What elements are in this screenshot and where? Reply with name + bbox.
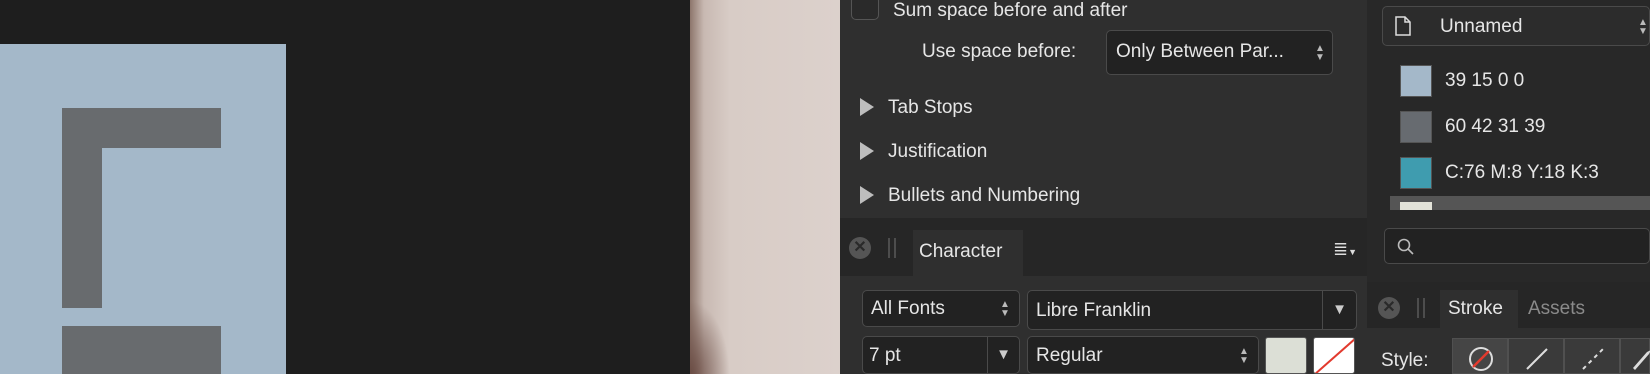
stroke-style-none-button[interactable]: [1452, 338, 1508, 374]
font-family-value: Libre Franklin: [1036, 300, 1152, 321]
use-space-before-label: Use space before:: [922, 41, 1077, 62]
swatch-row[interactable]: C:76 M:8 Y:18 K:3: [1390, 154, 1650, 194]
no-stroke-icon: [1469, 347, 1493, 371]
solid-line-icon: [1526, 348, 1548, 370]
tab-label: Assets: [1528, 298, 1586, 319]
section-bullets-numbering[interactable]: Bullets and Numbering: [840, 178, 1367, 218]
tab-character[interactable]: Character: [913, 230, 1023, 276]
dashed-line-icon: [1582, 348, 1604, 370]
use-space-before-dropdown[interactable]: Only Between Par... ▲ ▼: [1106, 30, 1333, 75]
section-label: Bullets and Numbering: [888, 185, 1081, 206]
disclosure-triangle-icon: [860, 142, 874, 160]
font-style-value: Regular: [1036, 345, 1103, 366]
drag-handle-icon[interactable]: [888, 238, 896, 258]
document-icon: [1395, 16, 1411, 36]
sum-space-label: Sum space before and after: [893, 0, 1128, 21]
font-collection-value: All Fonts: [871, 298, 945, 319]
stepper-arrows-icon: ▲ ▼: [1000, 299, 1010, 319]
tab-label: Character: [919, 241, 1003, 262]
drag-handle-icon[interactable]: [1417, 298, 1425, 318]
swatch-search-input[interactable]: [1384, 228, 1650, 264]
stroke-style-solid-button[interactable]: [1508, 338, 1564, 374]
text-fill-color-well[interactable]: [1265, 337, 1307, 374]
disclosure-triangle-icon: [860, 98, 874, 116]
section-tab-stops[interactable]: Tab Stops: [840, 90, 1367, 130]
section-label: Tab Stops: [888, 97, 973, 118]
section-label: Justification: [888, 141, 988, 162]
photo-shadow: [690, 300, 730, 374]
palette-name: Unnamed: [1440, 16, 1523, 37]
swatch-chip: [1400, 157, 1432, 189]
disclosure-triangle-icon: [860, 186, 874, 204]
stroke-style-brush-button[interactable]: [1620, 338, 1650, 374]
stepper-arrows-icon: ▲ ▼: [1638, 17, 1648, 37]
swatch-label: C:76 M:8 Y:18 K:3: [1445, 162, 1599, 183]
search-icon: [1397, 238, 1414, 255]
font-style-dropdown[interactable]: Regular ▲ ▼: [1027, 336, 1259, 374]
stepper-arrows-icon: ▲ ▼: [1315, 43, 1325, 63]
font-family-combo[interactable]: Libre Franklin ▼: [1027, 290, 1357, 330]
stepper-arrows-icon: ▲ ▼: [1239, 346, 1249, 366]
swatch-row[interactable]: 60 42 31 39: [1390, 108, 1650, 148]
swatch-chip: [1400, 202, 1432, 210]
dropdown-button[interactable]: ▼: [1322, 291, 1356, 329]
letter-shape-bottom[interactable]: [62, 326, 221, 374]
sum-space-checkbox[interactable]: [851, 0, 879, 20]
close-panel-icon[interactable]: ✕: [1378, 297, 1400, 319]
swatch-chip: [1400, 65, 1432, 97]
swatch-chip: [1400, 111, 1432, 143]
close-panel-icon[interactable]: ✕: [849, 237, 871, 259]
tab-assets[interactable]: Assets: [1520, 290, 1600, 328]
tab-stroke[interactable]: Stroke: [1440, 290, 1518, 328]
no-color-slash-icon: [1314, 338, 1354, 373]
swatch-label: 39 15 0 0: [1445, 70, 1525, 91]
palette-dropdown[interactable]: Unnamed ▲ ▼: [1382, 6, 1650, 46]
panel-menu-icon[interactable]: ≣▼: [1333, 240, 1361, 260]
tab-label: Stroke: [1448, 298, 1503, 319]
swatch-row-selected[interactable]: [1390, 196, 1650, 210]
section-justification[interactable]: Justification: [840, 134, 1367, 174]
font-size-combo[interactable]: 7 pt ▼: [862, 336, 1020, 374]
font-size-value: 7 pt: [869, 345, 901, 366]
font-collection-dropdown[interactable]: All Fonts ▲ ▼: [862, 290, 1020, 327]
stroke-style-dashed-button[interactable]: [1564, 338, 1620, 374]
brush-icon: [1633, 350, 1650, 370]
swatch-row[interactable]: 39 15 0 0: [1390, 62, 1650, 102]
letter-shape-stem[interactable]: [62, 108, 102, 308]
swatch-label: 60 42 31 39: [1445, 116, 1546, 137]
style-label: Style:: [1381, 350, 1429, 371]
use-space-before-value: Only Between Par...: [1116, 41, 1284, 62]
artboard[interactable]: [0, 44, 286, 374]
text-stroke-none-well[interactable]: [1313, 337, 1355, 374]
dropdown-button[interactable]: ▼: [987, 337, 1019, 373]
